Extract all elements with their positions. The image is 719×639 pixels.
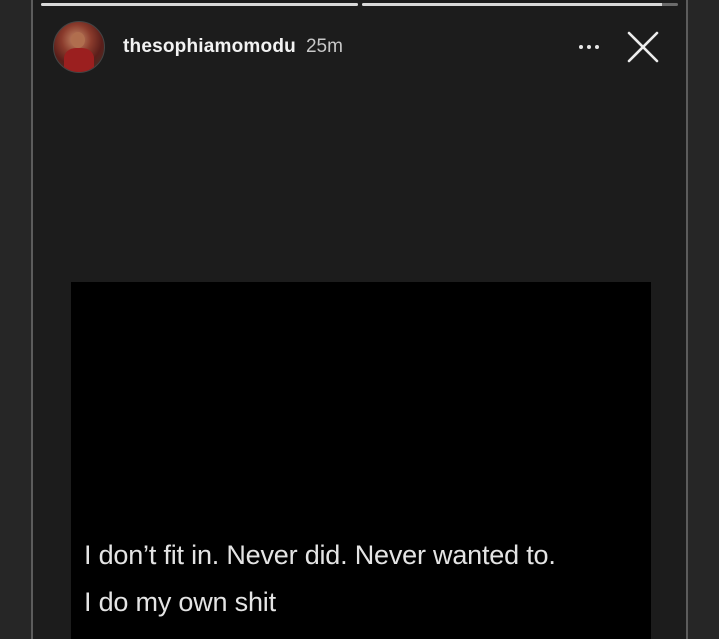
story-progress-bar [41,3,678,6]
dot [595,45,599,49]
close-icon[interactable] [626,30,660,64]
story-viewer: thesophiamomodu 25m I don’t fit in. Neve… [0,0,719,639]
dot [587,45,591,49]
progress-segment-2 [361,3,678,6]
caption-line-2: I do my own shit [84,587,276,617]
story-header: thesophiamomodu 25m [53,20,666,74]
story-panel[interactable]: thesophiamomodu 25m I don’t fit in. Neve… [31,0,688,639]
time-ago: 25m [305,36,343,57]
profile-avatar[interactable] [53,21,105,73]
avatar-face [71,32,85,48]
dot [579,45,583,49]
story-content: I don’t fit in. Never did. Never wanted … [71,282,651,639]
avatar-body [64,48,94,72]
more-options-icon[interactable] [574,37,604,57]
username[interactable]: thesophiamomodu [123,36,296,58]
progress-segment-1 [41,3,358,6]
story-caption: I don’t fit in. Never did. Never wanted … [84,532,556,626]
caption-line-1: I don’t fit in. Never did. Never wanted … [84,540,556,570]
